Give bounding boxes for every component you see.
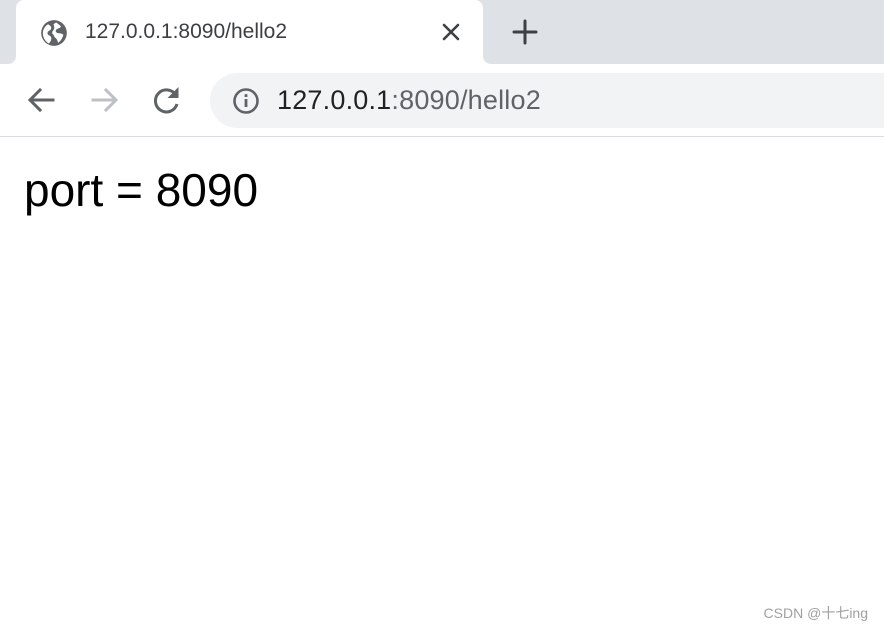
tab-title: 127.0.0.1:8090/hello2 xyxy=(85,20,288,43)
page-body-text: port = 8090 xyxy=(24,164,259,216)
back-arrow-icon[interactable] xyxy=(26,84,58,116)
tab-active[interactable]: 127.0.0.1:8090/hello2 xyxy=(16,0,483,64)
browser-window: 127.0.0.1:8090/hello2 127.0.0.1:8090/hel… xyxy=(0,0,884,632)
toolbar: 127.0.0.1:8090/hello2 xyxy=(0,64,884,137)
url-path: :8090/hello2 xyxy=(391,85,541,115)
forward-arrow-icon[interactable] xyxy=(88,84,120,116)
address-bar[interactable]: 127.0.0.1:8090/hello2 xyxy=(210,73,884,128)
close-icon[interactable] xyxy=(440,21,462,43)
url-host: 127.0.0.1 xyxy=(277,85,392,115)
reload-icon[interactable] xyxy=(151,84,183,116)
plus-icon[interactable] xyxy=(511,18,539,46)
url-text[interactable]: 127.0.0.1:8090/hello2 xyxy=(277,85,541,116)
watermark: CSDN @十七ing xyxy=(763,605,868,621)
info-icon[interactable] xyxy=(232,87,260,115)
tab-strip: 127.0.0.1:8090/hello2 xyxy=(0,0,884,64)
globe-icon xyxy=(41,20,67,46)
